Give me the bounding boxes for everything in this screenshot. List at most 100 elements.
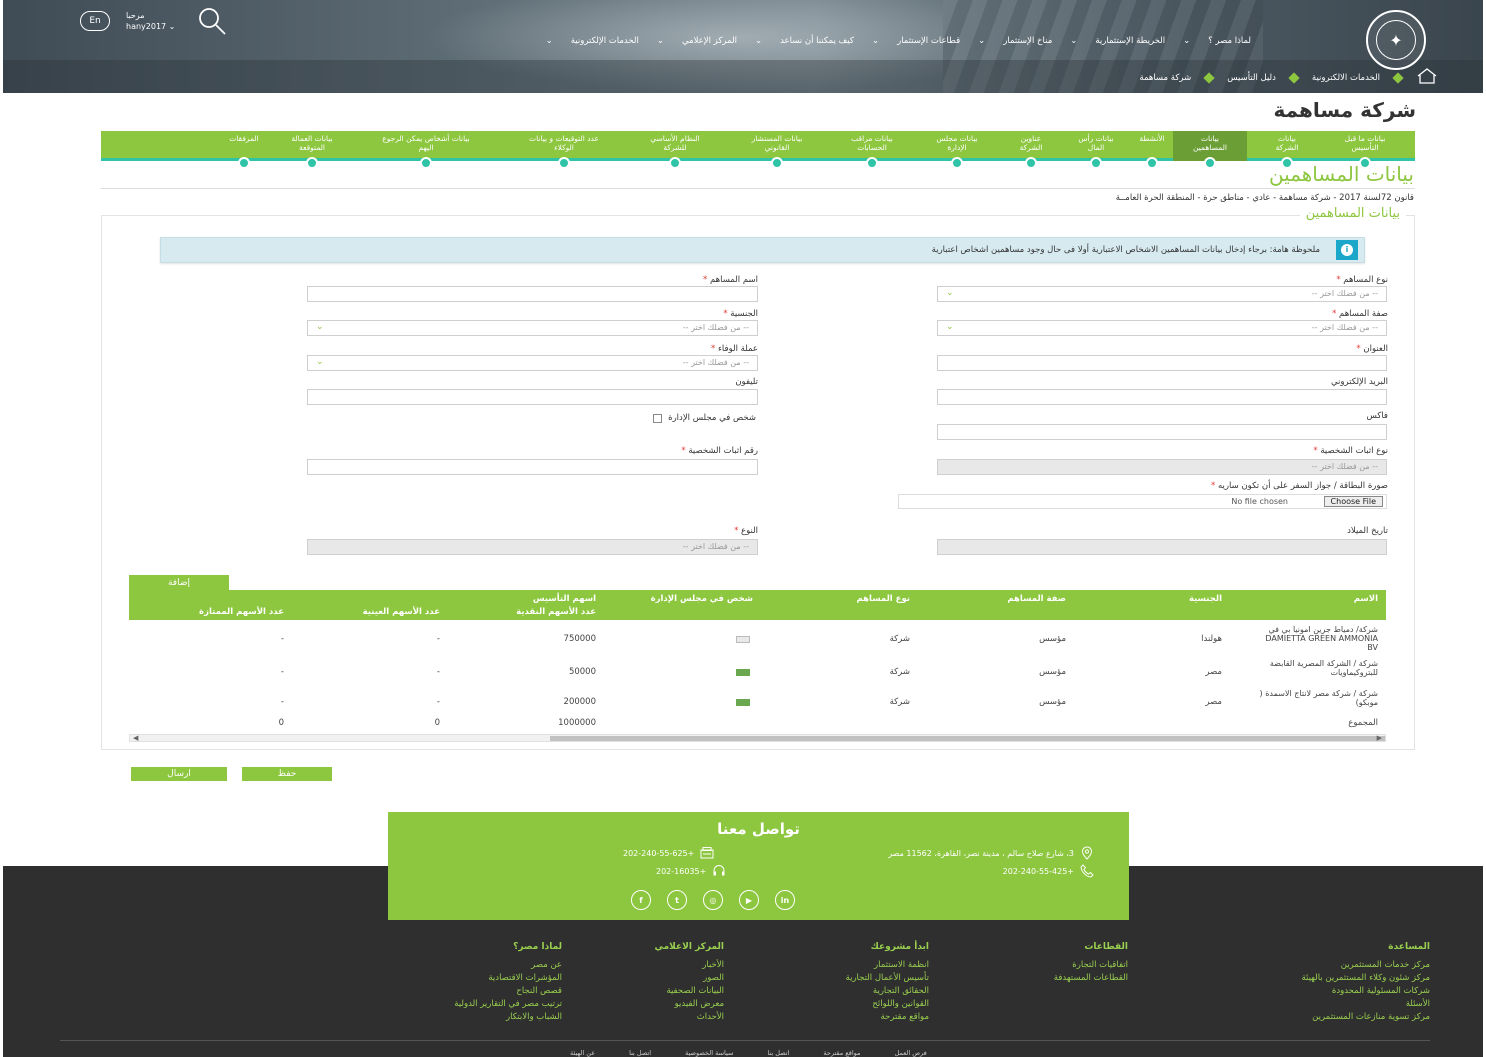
table-row[interactable]: شركة / الشركة المصرية القابضة للبتروكيما… (129, 659, 1386, 687)
nav-item[interactable]: لماذا مصر ؟ (1208, 36, 1251, 46)
footer-link[interactable]: شركات المسئولية المحدودة (1302, 985, 1430, 998)
id-type-select[interactable]: -- من فضلك اختر -- (937, 459, 1387, 475)
user-menu[interactable]: مرحبا ⌄ hany2017 (126, 10, 175, 32)
nav-item[interactable]: الخدمات الإلكترونية (571, 36, 639, 46)
cell-type: شركة (889, 634, 910, 644)
step-check-icon (951, 157, 963, 169)
home-icon[interactable] (1416, 68, 1438, 87)
step-check-icon (669, 157, 681, 169)
add-shareholder-button[interactable]: إضافة (129, 575, 229, 591)
footer-link[interactable]: الأسئلة (1302, 998, 1430, 1011)
footer-link[interactable]: القطاعات المستهدفة (1054, 972, 1128, 985)
cell-inkind-shares: - (436, 697, 440, 707)
save-button[interactable]: حفظ (242, 767, 332, 781)
scrollbar-thumb[interactable] (550, 736, 1385, 741)
divider (101, 188, 1415, 189)
footer-link[interactable]: مركز تسوية منازعات المستثمرين (1302, 1011, 1430, 1024)
footer-link[interactable]: الحقائق التجارية (846, 985, 929, 998)
main-nav: لماذا مصر ؟ ⌄ الخريطة الإستثمارية ⌄ مناخ الإ… (546, 36, 1251, 46)
birth-date-input[interactable] (937, 539, 1387, 555)
footer-bottom-link[interactable]: اتصل بنا (629, 1049, 651, 1057)
cell-capacity: مؤسس (1039, 667, 1066, 677)
linkedin-icon[interactable]: in (775, 890, 795, 910)
twitter-icon[interactable]: t (667, 890, 687, 910)
footer-bottom-link[interactable]: اتصل بنا (767, 1049, 789, 1057)
instagram-icon[interactable]: ◎ (703, 890, 723, 910)
shareholder-name-input[interactable] (307, 286, 758, 302)
choose-file-button[interactable]: Choose File (1323, 496, 1383, 507)
footer-link[interactable]: تأسيس الأعمال التجارية (846, 972, 929, 985)
footer-link[interactable]: اتفاقيات التجارة (1054, 959, 1128, 972)
footer-bottom-link[interactable]: عن الهيئة (570, 1049, 595, 1057)
cell-preferred-shares: - (280, 634, 284, 644)
footer-link[interactable]: الأحداث (654, 1011, 724, 1024)
col-preferred-shares: عدد الأسهم الممتازة (199, 607, 284, 617)
footer-bottom-links: فرص العمل مواقع مقترحة اتصل بنا سياسة الخصو… (570, 1049, 927, 1057)
site-logo[interactable]: ✦ (1366, 10, 1426, 70)
breadcrumb-item[interactable]: دليل التأسيس (1227, 73, 1276, 83)
gender-select[interactable]: -- من فضلك اختر -- (307, 539, 758, 555)
table-row[interactable]: شركة / شركة مصر لانتاج الاسمدة ( موبكو) … (129, 689, 1386, 717)
table-horizontal-scrollbar[interactable]: ◀ ▶ (129, 734, 1386, 742)
id-image-file-input[interactable]: Choose File No file chosen (898, 494, 1387, 509)
cell-cash-shares: 750000 (563, 634, 596, 644)
scroll-left-icon[interactable]: ◀ (133, 734, 138, 742)
breadcrumb-separator-icon (1392, 71, 1404, 84)
email-input[interactable] (937, 389, 1387, 405)
nationality-select[interactable]: -- من فضلك اختر -- ⌄ (307, 320, 758, 336)
nav-item[interactable]: المركز الإعلامي (682, 36, 737, 46)
footer-link[interactable]: معرض الفيديو (654, 998, 724, 1011)
address-label: العنوان * (1356, 344, 1388, 354)
footer-link[interactable]: عن مصر (454, 959, 562, 972)
fax-input[interactable] (937, 424, 1387, 440)
nav-item[interactable]: الخريطة الإستثمارية (1095, 36, 1165, 46)
footer-link[interactable]: انظمة الاستثمار (846, 959, 929, 972)
footer-link[interactable]: ترتيب مصر في التقارير الدولية (454, 998, 562, 1011)
id-number-input[interactable] (307, 459, 758, 475)
board-member-checkbox[interactable] (736, 699, 750, 706)
footer-bottom-link[interactable]: مواقع مقترحة (823, 1049, 860, 1057)
language-toggle-button[interactable]: En (80, 11, 110, 31)
scroll-right-icon[interactable]: ▶ (1377, 734, 1382, 742)
send-button[interactable]: ارسال (131, 767, 227, 781)
breadcrumb-item[interactable]: الخدمات الالكترونية (1312, 73, 1380, 83)
footer-link[interactable]: المؤشرات الاقتصادية (454, 972, 562, 985)
cell-name: شركة / الشركة المصرية القابضة للبتروكيما… (1269, 659, 1378, 677)
footer-link[interactable]: الصور (654, 972, 724, 985)
footer-link[interactable]: مواقع مقترحة (846, 1011, 929, 1024)
shareholder-capacity-select[interactable]: -- من فضلك اختر -- ⌄ (937, 320, 1387, 336)
location-pin-icon (1081, 846, 1093, 860)
total-cash-shares: 1000000 (558, 718, 596, 728)
col-cash-shares: عدد الأسهم النقدية (516, 607, 596, 617)
shareholder-type-select[interactable]: -- من فضلك اختر -- ⌄ (937, 286, 1387, 302)
nav-item[interactable]: قطاعات الإستثمار (897, 36, 960, 46)
col-founding-shares: اسهم التأسيس (532, 594, 596, 604)
footer-link[interactable]: البيانات الصحفية (654, 985, 724, 998)
company-subtitle: قانون 72لسنة 2017 - شركة مساهمة - عادي -… (1115, 193, 1414, 203)
board-member-checkbox[interactable] (736, 636, 750, 643)
nav-item[interactable]: كيف يمكننا أن نساعد (780, 36, 854, 46)
phone-input[interactable] (307, 389, 758, 405)
footer-link[interactable]: مركز شئون وكلاء المستثمرين بالهيئة (1302, 972, 1431, 985)
footer-link[interactable]: الأخبار (654, 959, 724, 972)
username: hany2017 (126, 22, 167, 31)
cell-cash-shares: 50000 (568, 667, 596, 677)
nav-item[interactable]: مناخ الإستثمار (1003, 36, 1052, 46)
footer-link[interactable]: قصص النجاح (454, 985, 562, 998)
footer-bottom-link[interactable]: فرص العمل (895, 1049, 927, 1057)
footer-link[interactable]: مركز خدمات المستثمرين (1302, 959, 1430, 972)
board-member-checkbox-row[interactable]: شخص في مجلس الإدارة (653, 413, 756, 423)
footer-bottom-link[interactable]: سياسة الخصوصية (685, 1049, 733, 1057)
search-icon[interactable] (191, 6, 227, 36)
payment-currency-select[interactable]: -- من فضلك اختر -- ⌄ (307, 355, 758, 371)
address-input[interactable] (937, 355, 1387, 371)
col-capacity: صفة المساهم (1007, 594, 1066, 604)
chevron-down-icon: ⌄ (754, 36, 763, 46)
footer-link[interactable]: الشباب والابتكار (454, 1011, 562, 1024)
table-row[interactable]: شركة/ دمياط جرين امونيا بي في DAMIETTA G… (129, 625, 1386, 657)
board-member-checkbox[interactable] (653, 413, 663, 423)
facebook-icon[interactable]: f (631, 890, 651, 910)
footer-link[interactable]: القوانين واللوائح (846, 998, 929, 1011)
youtube-icon[interactable]: ▶ (739, 890, 759, 910)
board-member-checkbox[interactable] (736, 669, 750, 676)
